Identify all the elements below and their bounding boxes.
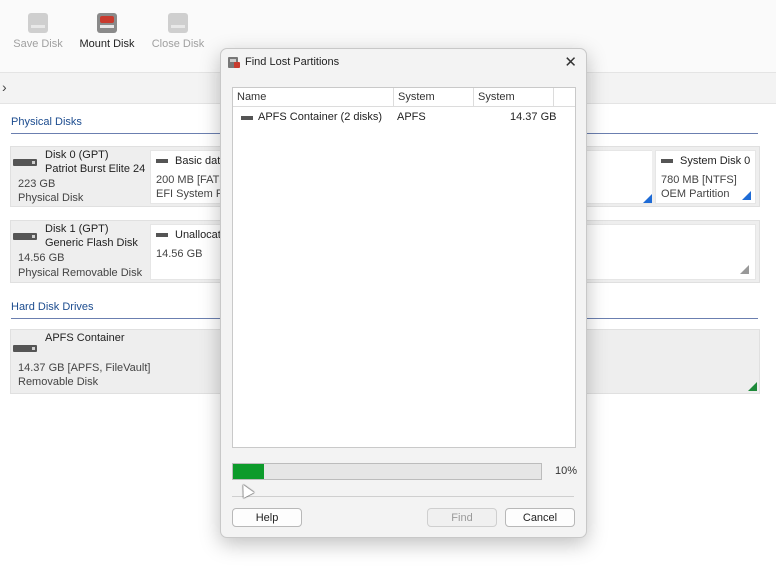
partition-type: EFI System Pa <box>156 188 230 200</box>
partition-type: OEM Partition <box>661 188 730 200</box>
partition-hidden-part[interactable] <box>585 150 652 204</box>
partition-name: Basic data <box>175 155 227 167</box>
save-disk-label: Save Disk <box>13 38 63 50</box>
progress-fill <box>233 464 264 479</box>
list-item-name: APFS Container (2 disks) <box>258 111 383 123</box>
partition-basic-data[interactable]: Basic data 200 MB [FAT3 EFI System Pa <box>150 150 229 204</box>
partition-icon <box>156 233 168 237</box>
disk-type: Removable Disk <box>18 376 99 388</box>
disk-name: APFS Container <box>45 332 125 344</box>
disk-size: 14.56 GB <box>18 252 65 264</box>
hard-disk-icon <box>13 159 37 166</box>
disk-name: Disk 1 (GPT) <box>45 223 109 235</box>
column-header-system[interactable]: System <box>394 88 474 107</box>
disk-size: 14.37 GB [APFS, FileVault] <box>18 362 151 374</box>
corner-marker-icon <box>742 191 751 200</box>
corner-marker-icon <box>643 194 652 203</box>
list-item[interactable]: APFS Container (2 disks) APFS 14.37 GB <box>233 111 573 127</box>
save-disk-icon <box>27 11 49 35</box>
mount-disk-button[interactable]: Mount Disk <box>72 8 142 50</box>
section-title-physical-disks: Physical Disks <box>11 116 82 128</box>
partition-size: 200 MB [FAT3 <box>156 174 226 186</box>
list-item-size: 14.37 GB <box>510 111 557 123</box>
disk-type: Physical Disk <box>18 192 84 204</box>
disk-type: Physical Removable Disk <box>18 267 143 279</box>
help-button[interactable]: Help <box>232 508 302 527</box>
column-header-name[interactable]: Name <box>233 88 394 107</box>
container-disk-icon <box>13 345 37 352</box>
close-icon[interactable]: ✕ <box>564 53 577 71</box>
disk-name: Disk 0 (GPT) <box>45 149 109 161</box>
column-header-size[interactable]: System <box>474 88 554 107</box>
usb-disk-icon <box>13 233 37 240</box>
disk-model: Patriot Burst Elite 24 <box>45 163 146 175</box>
column-header-filler <box>554 88 575 107</box>
find-lost-partitions-dialog: Find Lost Partitions ✕ Name System Syste… <box>220 48 587 538</box>
close-disk-label: Close Disk <box>151 38 205 50</box>
corner-marker-icon <box>740 265 749 274</box>
save-disk-button[interactable]: Save Disk <box>3 8 73 50</box>
section-title-hard-disk-drives: Hard Disk Drives <box>11 301 94 313</box>
progress-bar <box>232 463 542 480</box>
cancel-button[interactable]: Cancel <box>505 508 575 527</box>
partition-icon <box>156 159 168 163</box>
container-icon <box>241 116 253 120</box>
partitions-list[interactable]: Name System System APFS Container (2 dis… <box>232 87 576 448</box>
partition-icon <box>661 159 673 163</box>
partition-name: System Disk 0 <box>680 155 751 167</box>
disk-size: 223 GB <box>18 178 56 190</box>
progress-percent: 10% <box>555 465 578 477</box>
dialog-divider <box>232 496 574 497</box>
mount-disk-label: Mount Disk <box>79 38 135 50</box>
chevron-right-icon[interactable]: › <box>2 79 7 95</box>
dialog-title: Find Lost Partitions <box>245 56 340 68</box>
find-button[interactable]: Find <box>427 508 497 527</box>
partition-size: 14.56 GB <box>156 248 203 260</box>
partition-system-disk-0[interactable]: System Disk 0 780 MB [NTFS] OEM Partitio… <box>655 150 756 204</box>
close-disk-button[interactable]: Close Disk <box>143 8 213 50</box>
close-disk-icon <box>167 11 189 35</box>
list-item-system: APFS <box>397 111 426 123</box>
partition-size: 780 MB [NTFS] <box>661 174 737 186</box>
partition-name: Unallocat <box>175 229 221 241</box>
app-icon <box>228 57 240 68</box>
disk-model: Generic Flash Disk <box>45 237 138 249</box>
corner-marker-icon <box>748 382 757 391</box>
mount-disk-icon <box>96 11 118 35</box>
